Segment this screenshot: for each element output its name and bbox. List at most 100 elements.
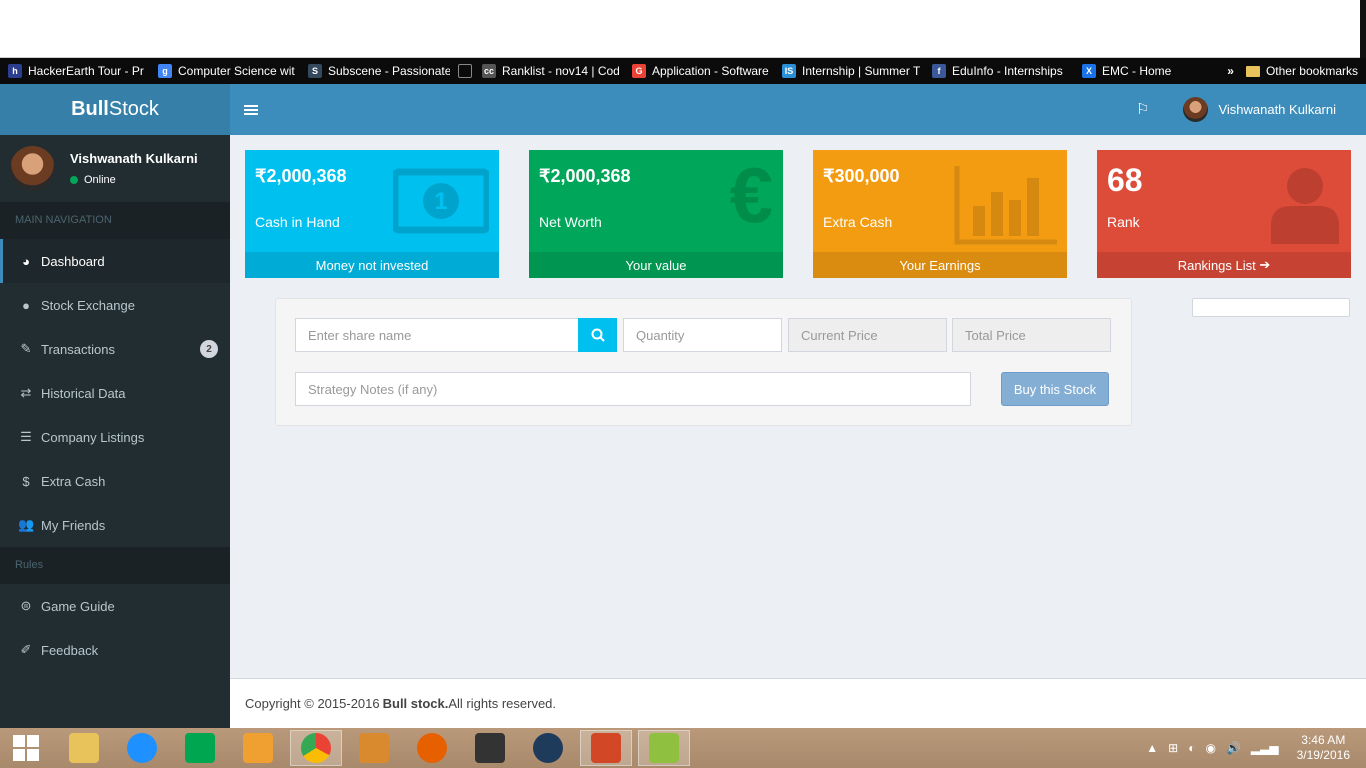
bookmark-favicon-icon: cc: [482, 64, 496, 78]
bookmark-label: EduInfo - Internships: [952, 64, 1063, 78]
quantity-input[interactable]: Quantity: [623, 318, 782, 352]
dollar-icon: $: [22, 473, 30, 489]
app-icon[interactable]: [522, 730, 574, 766]
powerpoint-icon[interactable]: [580, 730, 632, 766]
bookmark-favicon-icon: g: [158, 64, 172, 78]
chevron-up-icon[interactable]: ▲: [1146, 741, 1158, 755]
sidebar-item-transactions[interactable]: ✎ Transactions 2: [0, 327, 230, 371]
buy-stock-form: Enter share name Quantity Current Price …: [275, 298, 1132, 426]
other-bookmarks[interactable]: Other bookmarks: [1245, 64, 1358, 78]
box-value: ₹2,000,368: [539, 166, 631, 186]
internet-explorer-icon[interactable]: [116, 730, 168, 766]
side-widget: [1192, 298, 1350, 317]
strategy-notes-input[interactable]: Strategy Notes (if any): [295, 372, 971, 406]
sidebar-item-company-listings[interactable]: ☰ Company Listings: [0, 415, 230, 459]
start-button[interactable]: [0, 730, 52, 766]
box-footer-link[interactable]: Your value: [529, 252, 783, 278]
signal-icon[interactable]: ▂▃▅: [1251, 741, 1279, 755]
top-avatar: [1183, 97, 1209, 122]
box-label: Net Worth: [539, 214, 602, 230]
clock[interactable]: 3:46 AM 3/19/2016: [1297, 733, 1350, 763]
box-footer-label: Rankings List: [1177, 257, 1256, 273]
edit-icon: ✎: [20, 341, 32, 356]
arrow-circle-right-icon: ➔: [1259, 257, 1271, 272]
sidebar-item-my-friends[interactable]: 👥 My Friends: [0, 503, 230, 547]
onedrive-icon[interactable]: ◉: [1205, 741, 1215, 755]
top-user-name: Vishwanath Kulkarni: [1218, 102, 1336, 117]
main-navigation: ◕ Dashboard ● Stock Exchange ✎ Transactions 2 ⇄…: [0, 239, 230, 547]
main-content: ⚐ Vishwanath Kulkarni ₹2,000,368 Cash in…: [230, 84, 1366, 728]
box-label: Extra Cash: [823, 214, 893, 230]
flag-icon[interactable]: ⚐: [1136, 100, 1149, 118]
bookmark-item[interactable]: g Computer Science wit: [158, 64, 300, 78]
rankings-list-link[interactable]: Rankings List ➔: [1097, 252, 1351, 278]
windows-flag-icon[interactable]: ⊞: [1168, 741, 1178, 755]
user-name: Vishwanath Kulkarni: [70, 151, 198, 166]
network-app-icon[interactable]: ◐: [1188, 741, 1195, 755]
box-value: ₹2,000,368: [255, 166, 347, 186]
logo-bold: Bull: [71, 98, 109, 120]
users-icon: 👥: [18, 517, 35, 532]
bookmark-item[interactable]: cc Ranklist - nov14 | Cod: [482, 64, 624, 78]
bookmark-item[interactable]: X EMC - Home: [1082, 64, 1224, 78]
media-player-icon[interactable]: [348, 730, 400, 766]
sidebar-item-label: Transactions: [41, 341, 115, 357]
sidebar-item-historical-data[interactable]: ⇄ Historical Data: [0, 371, 230, 415]
buy-stock-button[interactable]: Buy this Stock: [1001, 372, 1109, 406]
net-worth-box: ₹2,000,368 Net Worth € Your value: [529, 150, 783, 278]
top-user-menu[interactable]: Vishwanath Kulkarni: [1183, 97, 1336, 122]
clock-time: 3:46 AM: [1301, 733, 1346, 747]
rules-navigation: ⊜ Game Guide ✐ Feedback: [0, 584, 230, 672]
chrome-icon[interactable]: [290, 730, 342, 766]
bookmark-item[interactable]: G Application - Software: [632, 64, 774, 78]
bar-chart-icon: [953, 166, 1057, 249]
user-icon: [1269, 166, 1341, 247]
sidebar-item-feedback[interactable]: ✐ Feedback: [0, 628, 230, 672]
system-tray: ▲ ⊞ ◐ ◉ 🔊 ▂▃▅ 3:46 AM 3/19/2016: [1146, 728, 1366, 768]
user-info: Vishwanath Kulkarni Online: [70, 151, 198, 186]
game-icon[interactable]: [464, 730, 516, 766]
firefox-icon[interactable]: [406, 730, 458, 766]
box-footer-link[interactable]: Your Earnings: [813, 252, 1067, 278]
bookmark-item[interactable]: [458, 64, 474, 78]
share-name-input[interactable]: Enter share name: [295, 318, 579, 352]
bookmarks-overflow-button[interactable]: »: [1227, 64, 1234, 78]
box-footer-link[interactable]: Money not invested: [245, 252, 499, 278]
sidebar-item-game-guide[interactable]: ⊜ Game Guide: [0, 584, 230, 628]
main-navigation-header: MAIN NAVIGATION: [0, 202, 230, 239]
sidebar-toggle-icon[interactable]: [244, 103, 258, 117]
box-label: Rank: [1107, 214, 1140, 230]
sidebar-item-label: Company Listings: [41, 429, 145, 445]
sidebar-item-stock-exchange[interactable]: ● Stock Exchange: [0, 283, 230, 327]
exchange-icon: ⇄: [20, 385, 32, 400]
app-logo[interactable]: Bull Stock: [0, 84, 230, 135]
bookmark-item[interactable]: IS Internship | Summer T: [782, 64, 924, 78]
bookmark-label: Internship | Summer T: [802, 64, 921, 78]
box-label: Cash in Hand: [255, 214, 340, 230]
count-badge: 2: [200, 340, 218, 358]
avatar: [10, 146, 55, 191]
pencil-icon: ✐: [20, 642, 32, 657]
sidebar-item-label: Feedback: [41, 642, 99, 658]
bookmark-item[interactable]: h HackerEarth Tour - Pr: [8, 64, 150, 78]
bookmark-item[interactable]: f EduInfo - Internships: [932, 64, 1074, 78]
file-explorer-icon[interactable]: [58, 730, 110, 766]
user-status: Online: [70, 174, 198, 186]
paint-icon[interactable]: [232, 730, 284, 766]
footer-copyright: Copyright © 2015-2016: [245, 696, 380, 711]
search-button[interactable]: [578, 318, 617, 352]
online-dot-icon: [70, 176, 78, 184]
sidebar-item-label: Game Guide: [41, 598, 115, 614]
sidebar-item-dashboard[interactable]: ◕ Dashboard: [0, 239, 230, 283]
rules-header: Rules: [0, 547, 230, 584]
notepad-plus-icon[interactable]: [638, 730, 690, 766]
bookmark-favicon-icon: G: [632, 64, 646, 78]
store-icon[interactable]: [174, 730, 226, 766]
sidebar-item-extra-cash[interactable]: $ Extra Cash: [0, 459, 230, 503]
current-price-field: Current Price: [788, 318, 947, 352]
sidebar-item-label: Stock Exchange: [41, 297, 135, 313]
volume-icon[interactable]: 🔊: [1226, 741, 1241, 755]
windows-taskbar: ▲ ⊞ ◐ ◉ 🔊 ▂▃▅ 3:46 AM 3/19/2016: [0, 728, 1366, 768]
bookmark-label: Application - Software: [652, 64, 769, 78]
bookmark-item[interactable]: S Subscene - Passionate: [308, 64, 450, 78]
